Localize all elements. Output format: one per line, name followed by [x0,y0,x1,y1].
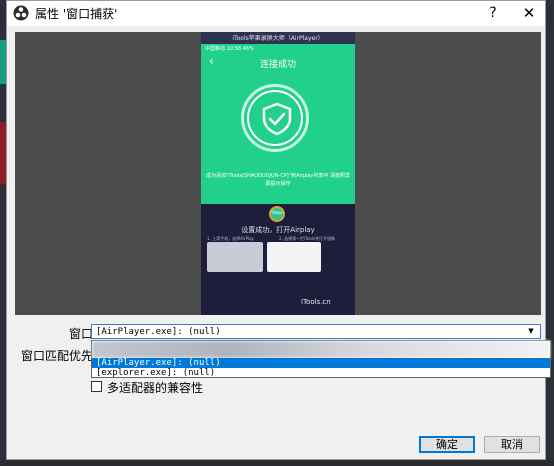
itools-watermark: iTools.cn [301,298,331,306]
obs-app-icon [13,5,29,21]
phone-nav-title: 连接成功 [259,60,296,70]
window-select-value: [AirPlayer.exe]: (null) [96,327,221,337]
cancel-button[interactable]: 取消 [484,436,540,453]
control-center-screenshot [207,242,263,272]
phone-status-text: 中国移动 10:58 46% [205,46,254,52]
mirror-window-title-bar: iTools苹果录屏大师（AirPlayer） [201,32,355,44]
dropdown-arrow-icon[interactable]: ▼ [524,326,538,337]
window-dropdown-list: [AirPlayer.exe]: (null) [explorer.exe]: … [91,340,551,378]
setup-success-text: 设置成功，打开Airplay [241,226,315,234]
window-label: 窗口 [69,327,94,341]
airplay-menu-screenshot [267,242,321,272]
mirror-window-title: iTools苹果录屏大师（AirPlayer） [232,35,324,42]
dropdown-option-airplayer[interactable]: [AirPlayer.exe]: (null) [92,358,550,368]
compat-checkbox[interactable] [91,381,102,392]
blurred-option [92,341,550,358]
properties-dialog: 属性 '窗口捕获' ? ✕ iTools苹果录屏大师（AirPlayer） 中国… [6,0,551,460]
title-bar: 属性 '窗口捕获' ? ✕ [7,1,545,26]
phone-status-bar: 中国移动 10:58 46% [201,44,355,53]
compat-checkbox-label[interactable]: 多适配器的兼容性 [107,379,203,396]
success-message: 成功添加"iTools[SHAODUOJUN-CP]"到Airplay列表中 请… [205,173,351,187]
steps-logo-text: Steps [271,210,283,215]
shield-check-icon [262,102,292,136]
window-select[interactable]: [AirPlayer.exe]: (null) ▼ [91,324,541,339]
help-button[interactable]: ? [481,3,505,23]
dialog-title: 属性 '窗口捕获' [35,7,118,21]
capture-preview: iTools苹果录屏大师（AirPlayer） 中国移动 10:58 46% ‹… [15,32,541,315]
background-window-right [546,0,554,466]
ok-button[interactable]: 确定 [419,436,475,453]
background-window-bottom [0,460,554,466]
phone-mirror: iTools苹果录屏大师（AirPlayer） 中国移动 10:58 46% ‹… [201,32,355,315]
dropdown-option-explorer[interactable]: [explorer.exe]: (null) [92,368,550,378]
close-button[interactable]: ✕ [517,3,541,23]
